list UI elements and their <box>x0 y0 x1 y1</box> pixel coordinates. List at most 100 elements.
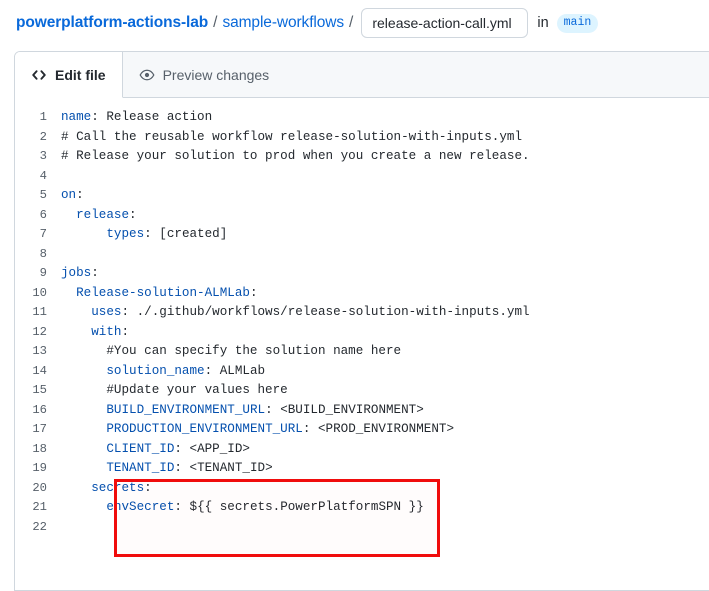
code-line: 6 release: <box>15 206 709 226</box>
code-token: : <box>91 110 106 124</box>
line-number: 3 <box>15 147 61 167</box>
code-line: 11 uses: ./.github/workflows/release-sol… <box>15 303 709 323</box>
code-line-content: Release-solution-ALMLab: <box>61 284 258 304</box>
code-line: 22 <box>15 518 709 538</box>
code-token: CLIENT_ID <box>106 442 174 456</box>
breadcrumb-folder-link[interactable]: sample-workflows <box>222 14 344 32</box>
code-line: 13 #You can specify the solution name he… <box>15 342 709 362</box>
code-line: 7 types: [created] <box>15 225 709 245</box>
code-token: : <box>76 188 84 202</box>
code-line: 21 envSecret: ${{ secrets.PowerPlatformS… <box>15 498 709 518</box>
code-token: #Update your values here <box>61 383 288 397</box>
code-token: : ./.github/workflows/release-solution-w… <box>121 305 529 319</box>
code-line-content: #Update your values here <box>61 381 288 401</box>
code-line: 1name: Release action <box>15 108 709 128</box>
code-line-content: secrets: <box>61 479 152 499</box>
code-line-content: #You can specify the solution name here <box>61 342 401 362</box>
line-number: 11 <box>15 303 61 323</box>
code-token: : ${{ secrets.PowerPlatformSPN }} <box>174 500 423 514</box>
code-token: TENANT_ID <box>106 461 174 475</box>
line-number: 1 <box>15 108 61 128</box>
code-line: 10 Release-solution-ALMLab: <box>15 284 709 304</box>
tab-edit-file-label: Edit file <box>55 67 106 83</box>
code-token: PRODUCTION_ENVIRONMENT_URL <box>106 422 303 436</box>
code-line-content: jobs: <box>61 264 99 284</box>
code-token: : ALMLab <box>205 364 265 378</box>
code-line-content: envSecret: ${{ secrets.PowerPlatformSPN … <box>61 498 424 518</box>
code-token: secrets <box>91 481 144 495</box>
code-line-content: types: [created] <box>61 225 227 245</box>
code-token: envSecret <box>106 500 174 514</box>
code-line: 14 solution_name: ALMLab <box>15 362 709 382</box>
code-line: 3# Release your solution to prod when yo… <box>15 147 709 167</box>
tab-preview-changes[interactable]: Preview changes <box>123 52 287 97</box>
breadcrumb-separator-1: / <box>208 14 222 32</box>
code-token: : <box>144 481 152 495</box>
eye-icon <box>139 67 155 83</box>
code-token <box>61 227 106 241</box>
code-token: # Call the reusable workflow release-sol… <box>61 130 522 144</box>
line-number: 17 <box>15 420 61 440</box>
breadcrumb: powerplatform-actions-lab / sample-workf… <box>0 0 709 46</box>
code-token: : <PROD_ENVIRONMENT> <box>303 422 454 436</box>
line-number: 6 <box>15 206 61 226</box>
tab-edit-file[interactable]: Edit file <box>15 52 123 98</box>
line-number: 13 <box>15 342 61 362</box>
code-line: 15 #Update your values here <box>15 381 709 401</box>
code-line-content: release: <box>61 206 137 226</box>
code-token: name <box>61 110 91 124</box>
code-line: 2# Call the reusable workflow release-so… <box>15 128 709 148</box>
line-number: 22 <box>15 518 61 538</box>
code-token <box>61 461 106 475</box>
code-line: 16 BUILD_ENVIRONMENT_URL: <BUILD_ENVIRON… <box>15 401 709 421</box>
code-token: types <box>106 227 144 241</box>
code-token: with <box>91 325 121 339</box>
code-token <box>61 364 106 378</box>
code-line: 5on: <box>15 186 709 206</box>
line-number: 10 <box>15 284 61 304</box>
code-token: solution_name <box>106 364 204 378</box>
filename-input[interactable] <box>361 8 528 38</box>
code-token <box>61 286 76 300</box>
code-token <box>61 208 76 222</box>
code-line-content: PRODUCTION_ENVIRONMENT_URL: <PROD_ENVIRO… <box>61 420 454 440</box>
line-number: 15 <box>15 381 61 401</box>
in-label: in <box>528 15 556 31</box>
code-line: 20 secrets: <box>15 479 709 499</box>
code-lines-container: 1name: Release action2# Call the reusabl… <box>15 108 709 537</box>
code-token: jobs <box>61 266 91 280</box>
code-editor[interactable]: 1name: Release action2# Call the reusabl… <box>15 98 709 590</box>
line-number: 20 <box>15 479 61 499</box>
breadcrumb-separator-2: / <box>344 14 358 32</box>
code-line-content: name: Release action <box>61 108 212 128</box>
line-number: 12 <box>15 323 61 343</box>
code-token: Release-solution-ALMLab <box>76 286 250 300</box>
branch-badge: main <box>557 14 599 33</box>
code-line-content: TENANT_ID: <TENANT_ID> <box>61 459 273 479</box>
code-brackets-icon <box>31 67 47 83</box>
editor-tabs: Edit file Preview changes <box>15 52 709 98</box>
code-line: 18 CLIENT_ID: <APP_ID> <box>15 440 709 460</box>
code-token: Release action <box>106 110 212 124</box>
code-token <box>61 500 106 514</box>
code-token: : <box>91 266 99 280</box>
code-token: BUILD_ENVIRONMENT_URL <box>106 403 265 417</box>
code-line: 4 <box>15 167 709 187</box>
line-number: 2 <box>15 128 61 148</box>
code-token: : <BUILD_ENVIRONMENT> <box>265 403 424 417</box>
code-line: 19 TENANT_ID: <TENANT_ID> <box>15 459 709 479</box>
code-token: : <box>129 208 137 222</box>
code-token <box>61 325 91 339</box>
line-number: 21 <box>15 498 61 518</box>
code-line-content: with: <box>61 323 129 343</box>
tab-preview-changes-label: Preview changes <box>163 67 270 83</box>
code-token: : <box>121 325 129 339</box>
breadcrumb-repo-link[interactable]: powerplatform-actions-lab <box>16 14 208 32</box>
line-number: 8 <box>15 245 61 265</box>
line-number: 4 <box>15 167 61 187</box>
code-token: release <box>76 208 129 222</box>
line-number: 16 <box>15 401 61 421</box>
code-token: #You can specify the solution name here <box>61 344 401 358</box>
code-token: uses <box>91 305 121 319</box>
code-token: : <box>250 286 258 300</box>
